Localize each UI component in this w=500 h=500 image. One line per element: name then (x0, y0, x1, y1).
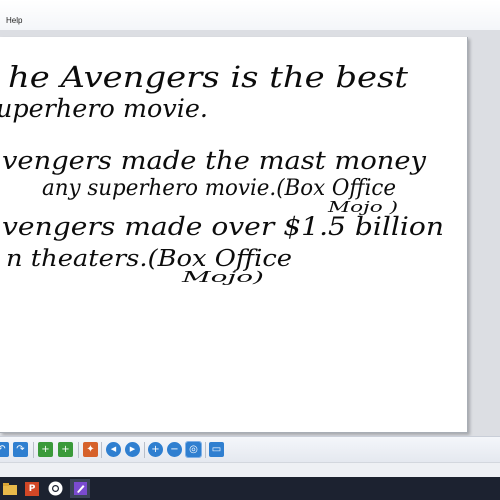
zoom-in-icon[interactable]: + (148, 442, 163, 457)
window-icon[interactable]: ▭ (209, 442, 224, 457)
folder-icon (3, 482, 17, 495)
toolbar-divider (33, 442, 34, 458)
palette-icon[interactable]: ✦ (83, 442, 98, 457)
insert-page-icon[interactable]: + (38, 442, 53, 457)
pen-notes-icon (73, 482, 87, 495)
note-line-1: he Avengers is the best (8, 60, 408, 94)
redo-icon[interactable]: ↷ (13, 442, 28, 457)
add-page-icon[interactable]: + (58, 442, 73, 457)
note-line-2: uperhero movie. (0, 94, 208, 123)
handwritten-notes: he Avengers is the best uperhero movie. … (0, 60, 444, 286)
previous-page-icon[interactable]: ◀ (106, 442, 121, 457)
note-line-3: vengers made the mast money (2, 146, 427, 175)
note-line-6: vengers made over $1.5 billion (2, 212, 444, 241)
toolbar-divider (101, 442, 102, 458)
taskbar: P (0, 477, 500, 500)
chrome-icon[interactable] (45, 479, 65, 498)
undo-icon[interactable]: ↶ (0, 442, 9, 457)
toolbar-divider (78, 442, 79, 458)
windows-explorer-icon[interactable] (0, 479, 20, 498)
note-line-8: Mojo) (180, 268, 264, 286)
notes-app-icon[interactable] (70, 479, 90, 498)
next-page-icon[interactable]: ▶ (125, 442, 140, 457)
status-bar (0, 462, 500, 478)
menu-help[interactable]: Help (6, 16, 22, 25)
toolbar-divider (144, 442, 145, 458)
menu-bar: Help (0, 0, 500, 31)
chrome-logo-icon (48, 481, 62, 496)
powerpoint-icon[interactable]: P (22, 479, 42, 498)
zoom-fit-icon[interactable]: ◎ (185, 441, 202, 458)
toolbar-divider (205, 442, 206, 458)
zoom-out-icon[interactable]: − (167, 442, 182, 457)
bottom-toolbar: ↶ ↷ + + ✦ ◀ ▶ + − ◎ ▭ (0, 436, 500, 463)
